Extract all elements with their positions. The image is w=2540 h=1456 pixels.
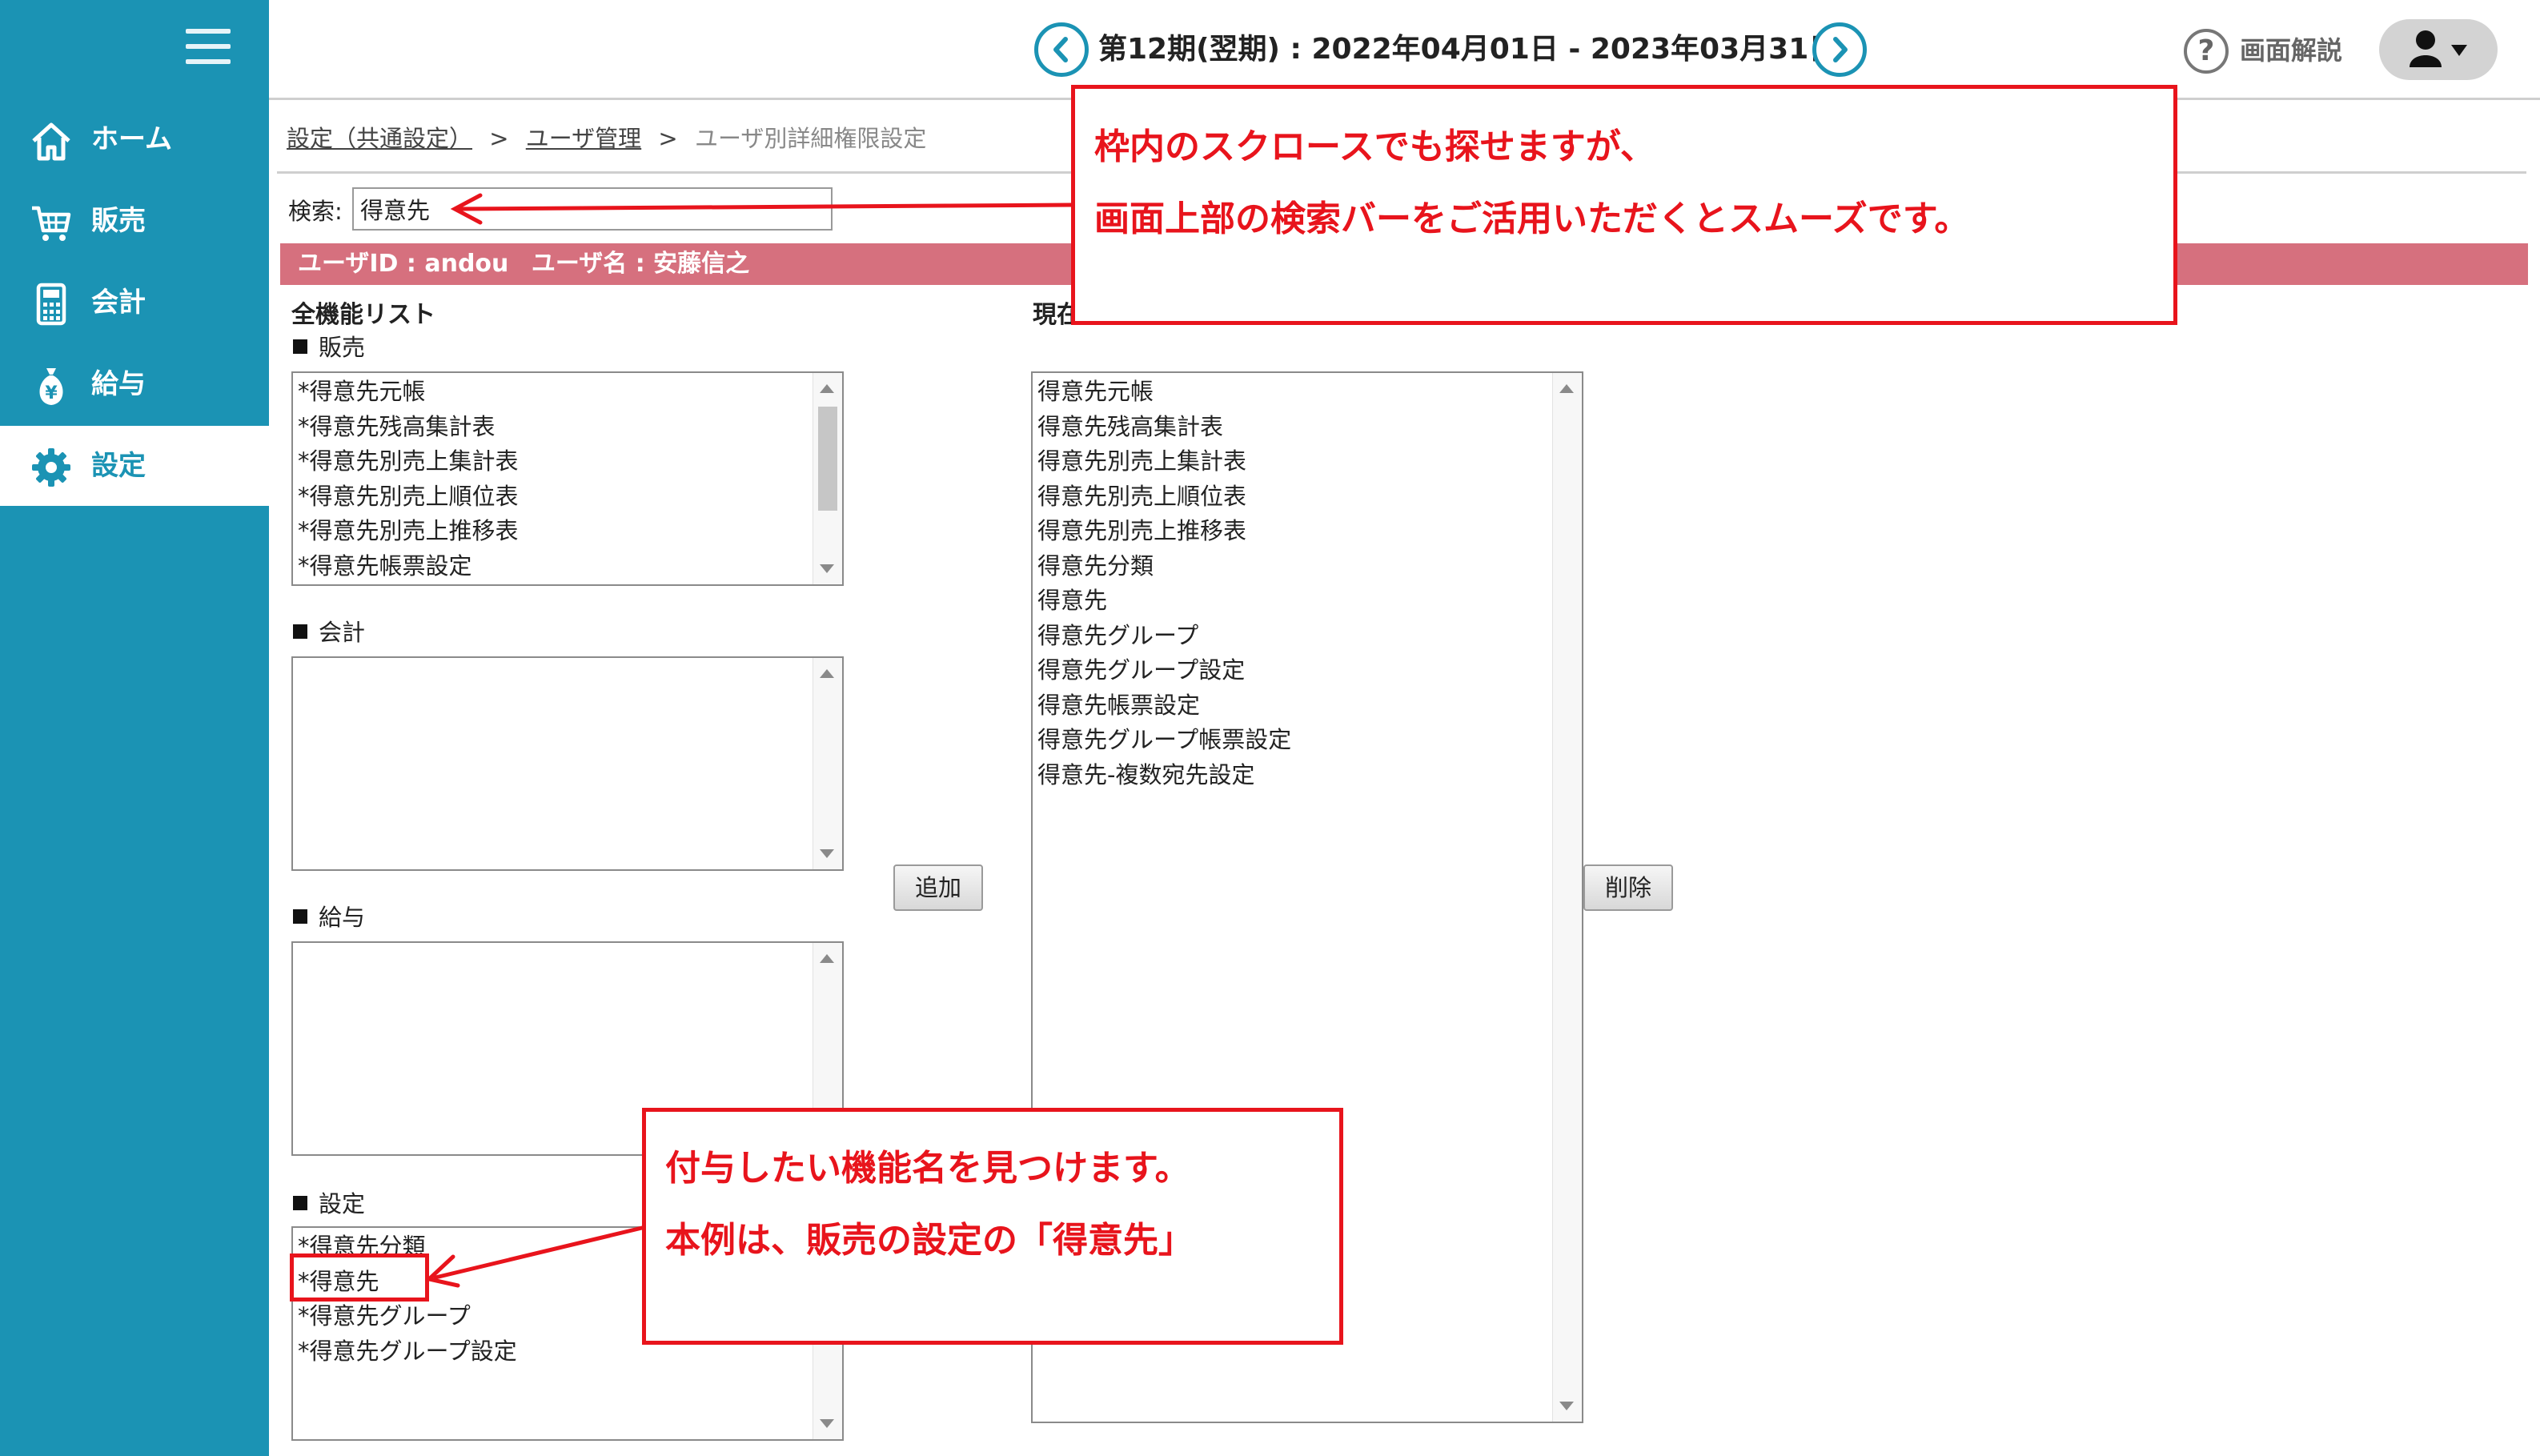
caret-down-icon [2451,45,2467,56]
list-item[interactable]: 得意先元帳 [1037,375,1550,410]
chevron-right-icon [1833,37,1848,62]
breadcrumb-settings[interactable]: 設定（共通設定） [287,125,472,152]
list-item[interactable]: 得意先グループ [1037,619,1550,654]
breadcrumb-separator: > [489,125,509,152]
list-item[interactable]: 得意先帳票設定 [1037,688,1550,724]
list-item[interactable]: 得意先別売上集計表 [1037,444,1550,479]
list-item[interactable]: 得意先別売上推移表 [1037,514,1550,549]
fiscal-period: 第12期(翌期) : 2022年04月01日 - 2023年03月31日 [1098,33,1838,66]
gear-icon [32,448,70,487]
money-bag-icon: ¥ [39,368,63,405]
user-name: ユーザ名 : 安藤信之 [531,250,750,278]
sidebar-item-label: 販売 [91,205,146,237]
menu-icon[interactable] [186,29,231,66]
sidebar-item-label: ホーム [91,123,172,155]
category-payroll-label: 給与 [293,901,365,933]
list-item[interactable]: 得意先分類 [1037,549,1550,584]
help-icon[interactable]: ? [2184,29,2229,74]
list-item[interactable]: *得意先別売上集計表 [298,444,810,479]
user-icon [2410,30,2467,67]
list-item[interactable]: *得意先元帳 [298,375,810,410]
sidebar-item-settings[interactable]: 設定 [0,426,269,506]
sidebar-item-home[interactable]: ホーム [0,99,269,179]
annotation-callout-search: 枠内のスクロースでも探せますが、 画面上部の検索バーをご活用いただくとスムーズで… [1071,85,2177,325]
annotation-callout-find: 付与したい機能名を見つけます。 本例は、販売の設定の「得意先」 [642,1108,1343,1345]
list-item[interactable]: 得意先別売上順位表 [1037,479,1550,515]
list-item[interactable]: 得意先-複数宛先設定 [1037,758,1550,793]
breadcrumb: 設定（共通設定） > ユーザ管理 > ユーザ別詳細権限設定 [287,120,926,157]
sidebar-item-label: 給与 [91,368,146,400]
list-item[interactable]: *得意先帳票設定 [298,549,810,584]
list-item[interactable]: *得意先残高集計表 [298,410,810,445]
scrollbar[interactable] [813,373,842,584]
user-menu-button[interactable] [2379,19,2498,80]
user-id: ユーザID : andou [298,250,509,278]
list-item[interactable]: 得意先残高集計表 [1037,410,1550,445]
cart-icon [32,206,71,241]
sidebar: ホーム 販売 会計 ¥ 給与 設定 [0,0,269,1456]
sidebar-item-label: 会計 [91,287,146,319]
list-item[interactable]: *得意先別売上順位表 [298,479,810,515]
prev-period-button[interactable] [1034,22,1089,77]
category-sales-label: 販売 [293,331,365,363]
breadcrumb-current: ユーザ別詳細権限設定 [694,125,927,152]
accounting-function-list[interactable] [291,656,844,871]
scrollbar[interactable] [813,658,842,869]
all-functions-heading: 全機能リスト [291,301,435,329]
sales-function-list[interactable]: *得意先元帳 *得意先残高集計表 *得意先別売上集計表 *得意先別売上順位表 *… [291,371,844,586]
annotation-line: 本例は、販売の設定の「得意先」 [665,1220,1194,1261]
scrollbar[interactable] [1552,373,1582,1422]
sidebar-item-label: 設定 [91,450,146,482]
list-item[interactable]: *得意先別売上推移表 [298,514,810,549]
sidebar-item-accounting[interactable]: 会計 [0,263,269,343]
category-accounting-label: 会計 [293,616,365,648]
chevron-left-icon [1053,37,1068,62]
svg-text:¥: ¥ [45,383,58,403]
list-item[interactable]: 得意先 [1037,584,1550,619]
home-icon [32,122,70,161]
annotation-line: 枠内のスクロースでも探せますが、 [1094,126,1655,167]
add-button[interactable]: 追加 [893,864,983,911]
help-link[interactable]: 画面解説 [2240,30,2342,70]
annotation-highlight [290,1253,429,1302]
category-settings-label: 設定 [293,1188,365,1220]
annotation-line: 画面上部の検索バーをご活用いただくとスムーズです。 [1094,199,1970,239]
breadcrumb-separator: > [658,125,678,152]
sidebar-item-payroll[interactable]: ¥ 給与 [0,344,269,424]
remove-button[interactable]: 削除 [1583,864,1673,911]
annotation-line: 付与したい機能名を見つけます。 [665,1148,1190,1189]
list-item[interactable]: 得意先グループ設定 [1037,653,1550,688]
sidebar-item-sales[interactable]: 販売 [0,181,269,261]
search-label: 検索: [288,198,343,225]
calculator-icon [36,283,66,326]
next-period-button[interactable] [1812,22,1867,77]
breadcrumb-user-management[interactable]: ユーザ管理 [526,125,641,152]
list-item[interactable]: 得意先グループ帳票設定 [1037,723,1550,758]
search-input[interactable] [352,187,833,231]
